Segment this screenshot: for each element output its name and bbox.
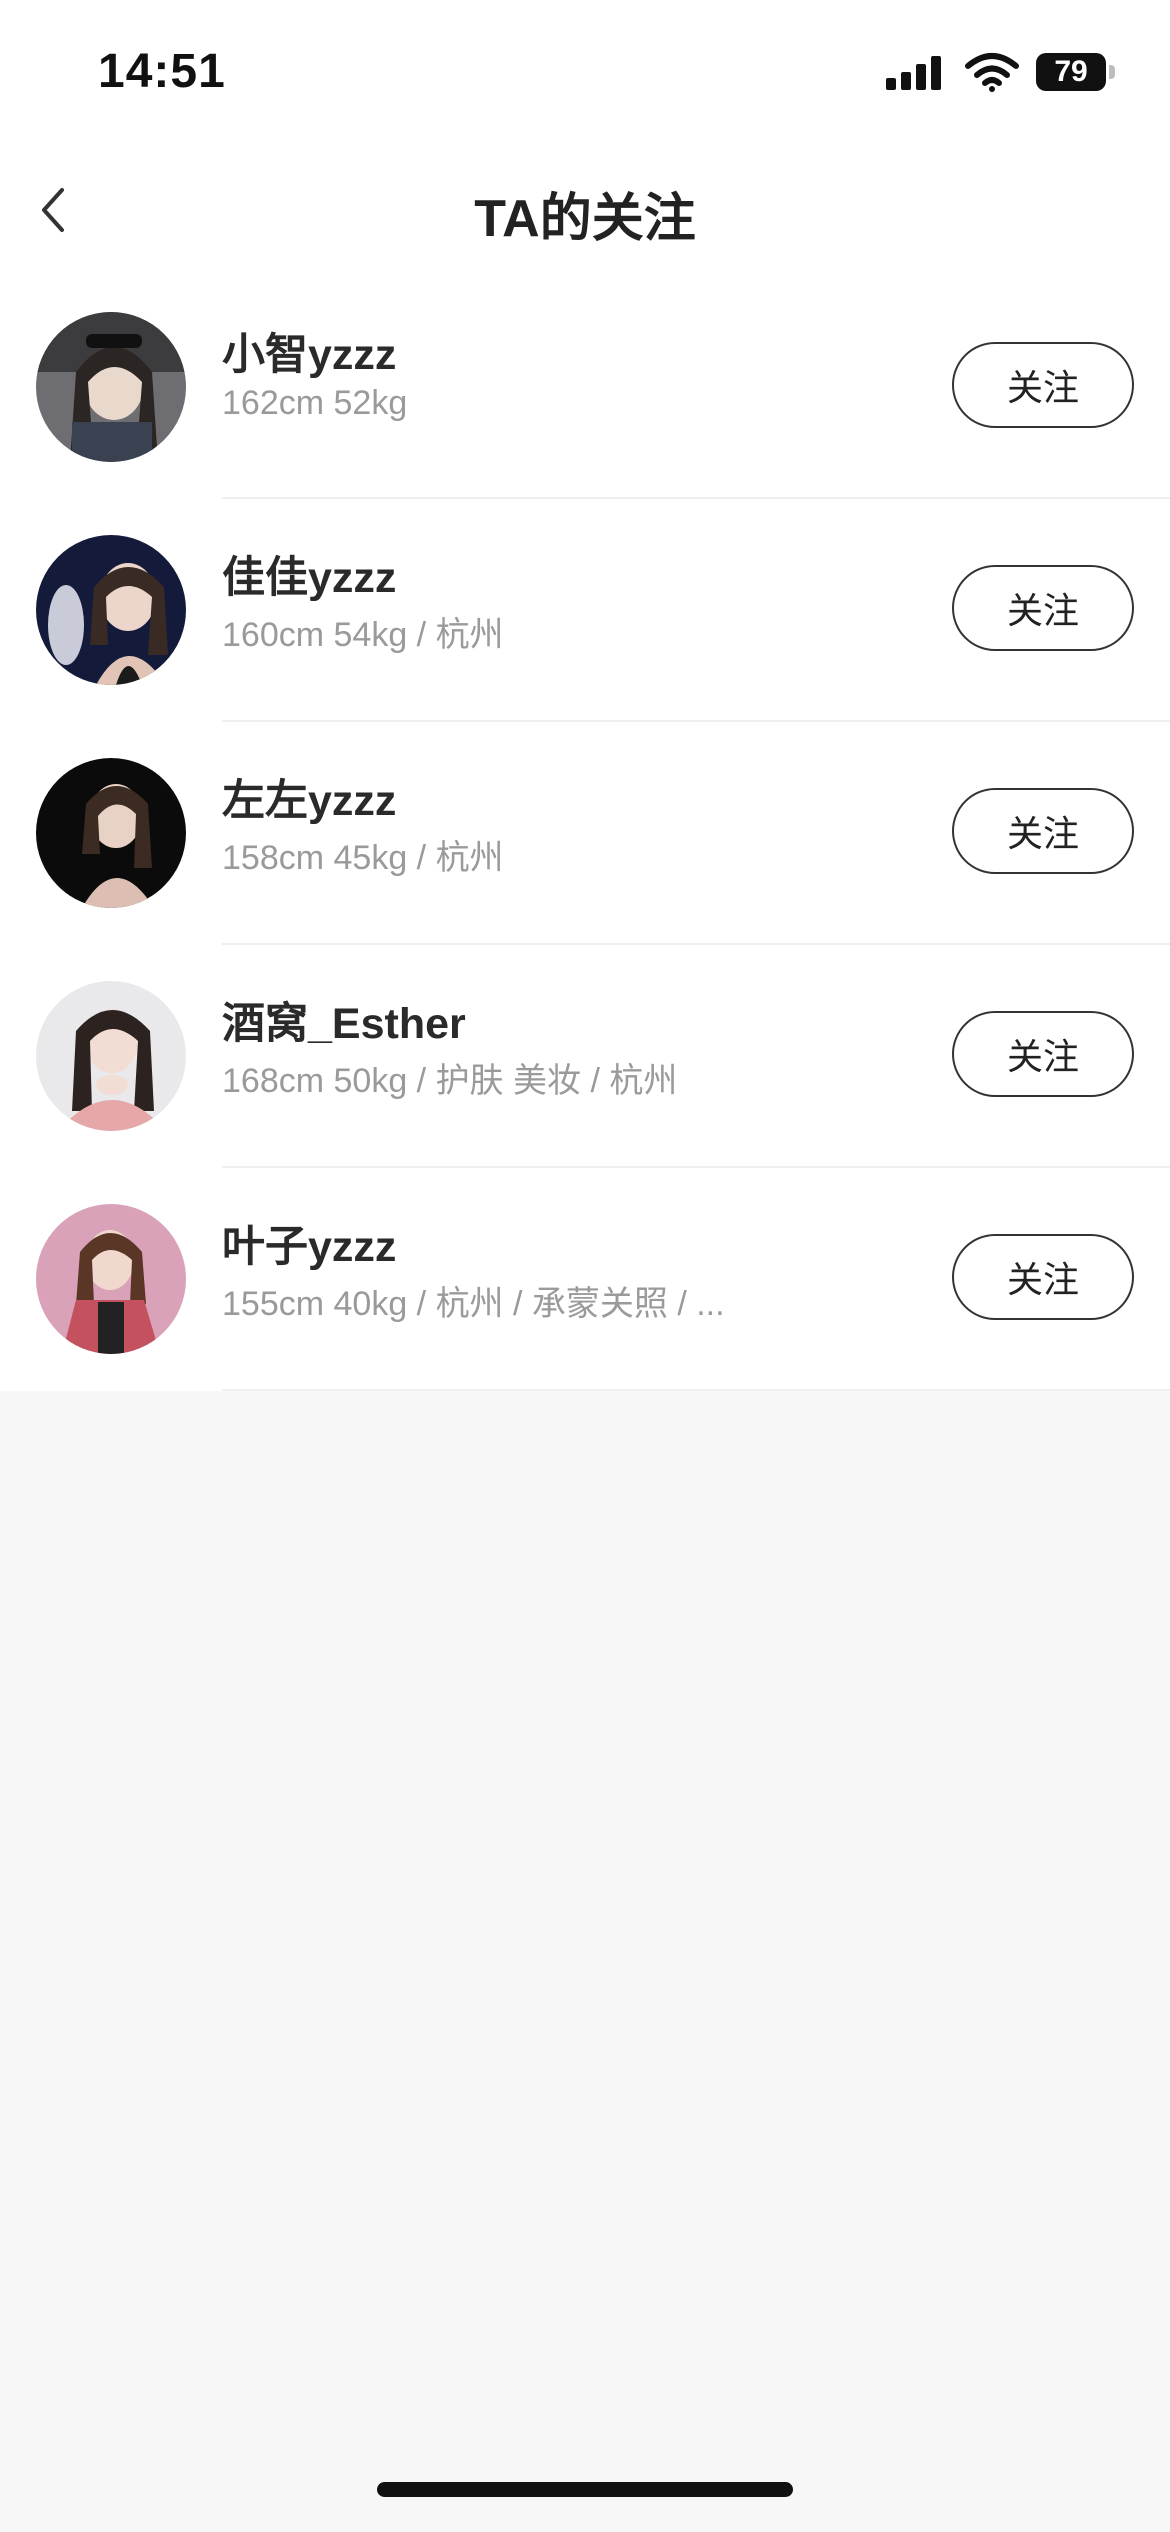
home-indicator [377, 2482, 793, 2497]
user-name[interactable]: 小智yzzz [222, 320, 396, 382]
user-name[interactable]: 左左yzzz [222, 766, 396, 828]
battery-level: 79 [1054, 55, 1088, 88]
avatar[interactable] [36, 1204, 186, 1354]
divider [222, 1389, 1170, 1391]
list-item[interactable]: 左左yzzz 158cm 45kg / 杭州 关注 [0, 722, 1170, 945]
avatar[interactable] [36, 312, 186, 462]
follow-button[interactable]: 关注 [952, 788, 1134, 874]
status-bar: 14:51 79 [0, 0, 1170, 150]
follow-button[interactable]: 关注 [952, 565, 1134, 651]
avatar[interactable] [36, 535, 186, 685]
list-item[interactable]: 酒窝_Esther 168cm 50kg / 护肤 美妆 / 杭州 关注 [0, 945, 1170, 1168]
battery-icon: 79 [1036, 53, 1106, 91]
wifi-icon [965, 53, 1019, 92]
avatar-image [36, 535, 186, 685]
avatar-image [36, 981, 186, 1131]
following-list: 小智yzzz 162cm 52kg 关注 佳佳yzzz 160cm 54kg /… [0, 276, 1170, 1391]
list-item[interactable]: 叶子yzzz 155cm 40kg / 杭州 / 承蒙关照 / ... 关注 [0, 1168, 1170, 1391]
user-name[interactable]: 叶子yzzz [222, 1212, 396, 1274]
list-item[interactable]: 小智yzzz 162cm 52kg 关注 [0, 276, 1170, 499]
user-name[interactable]: 酒窝_Esther [222, 989, 466, 1051]
avatar-image [36, 1204, 186, 1354]
nav-bar: TA的关注 [0, 150, 1170, 276]
page-title: TA的关注 [474, 190, 696, 248]
user-name[interactable]: 佳佳yzzz [222, 543, 396, 605]
status-icons: 79 [886, 52, 1115, 92]
follow-button[interactable]: 关注 [952, 342, 1134, 428]
status-time: 14:51 [98, 45, 226, 98]
user-meta: 162cm 52kg [222, 384, 408, 422]
user-meta: 168cm 50kg / 护肤 美妆 / 杭州 [222, 1062, 678, 1100]
battery-cap [1109, 65, 1115, 79]
avatar-image [36, 758, 186, 908]
user-meta: 160cm 54kg / 杭州 [222, 616, 504, 654]
header-area: 14:51 79 TA的关注 [0, 0, 1170, 276]
follow-button[interactable]: 关注 [952, 1234, 1134, 1320]
avatar-image [36, 312, 186, 462]
list-item[interactable]: 佳佳yzzz 160cm 54kg / 杭州 关注 [0, 499, 1170, 722]
avatar[interactable] [36, 758, 186, 908]
user-meta: 155cm 40kg / 杭州 / 承蒙关照 / ... [222, 1285, 725, 1323]
user-meta: 158cm 45kg / 杭州 [222, 839, 504, 877]
avatar[interactable] [36, 981, 186, 1131]
signal-icon [886, 54, 946, 90]
follow-button[interactable]: 关注 [952, 1011, 1134, 1097]
